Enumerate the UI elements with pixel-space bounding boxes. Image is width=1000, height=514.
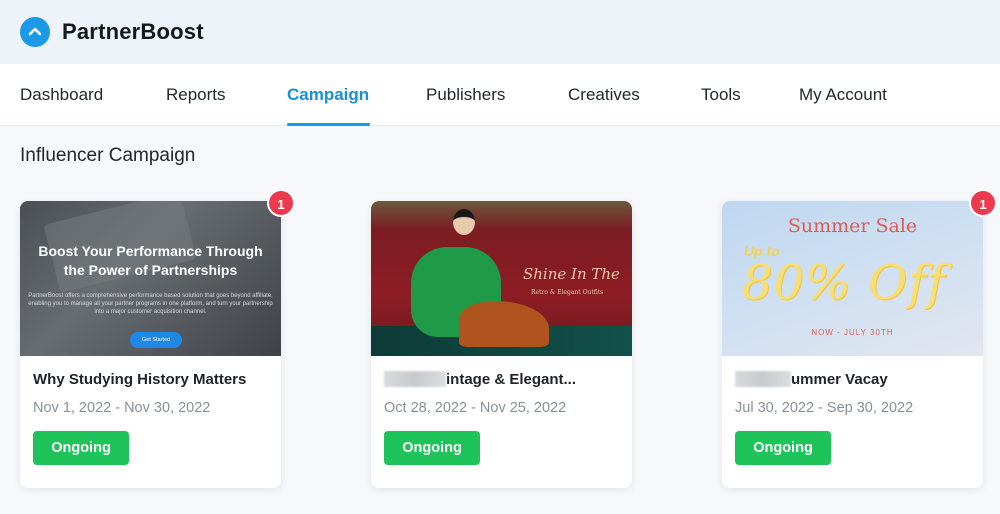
main-nav: Dashboard Reports Campaign Publishers Cr…: [0, 64, 1000, 126]
redacted-text: [735, 371, 791, 387]
banner-offer: 80% Off: [742, 255, 946, 311]
nav-item-creatives[interactable]: Creatives: [568, 64, 640, 126]
section-title: Influencer Campaign: [20, 145, 196, 166]
campaign-title-text: ummer Vacay: [791, 371, 888, 388]
campaign-title-text: intage & Elegant...: [446, 371, 577, 388]
notification-badge: 1: [969, 189, 997, 217]
chevron-up-icon[interactable]: [20, 17, 50, 47]
campaign-dates: Oct 28, 2022 - Nov 25, 2022: [384, 400, 567, 416]
banner-headline: Summer Sale: [787, 215, 918, 237]
status-badge[interactable]: Ongoing: [384, 431, 480, 465]
banner-body-text: PartnerBoost offers a comprehensive perf…: [28, 293, 273, 315]
banner-headline: the Power of Partnerships: [63, 262, 238, 278]
notification-badge: 1: [267, 189, 295, 217]
status-badge[interactable]: Ongoing: [735, 431, 831, 465]
nav-item-reports[interactable]: Reports: [166, 64, 226, 126]
banner-dates: NOW - JULY 30TH: [811, 328, 894, 337]
active-tab-indicator: [287, 123, 370, 126]
banner-cta: Get Started: [130, 332, 182, 348]
campaign-title[interactable]: intage & Elegant...: [384, 371, 576, 388]
nav-item-dashboard[interactable]: Dashboard: [20, 64, 103, 126]
banner-script-text: Shine In The: [523, 265, 620, 283]
campaign-dates: Jul 30, 2022 - Sep 30, 2022: [735, 400, 914, 416]
campaign-card[interactable]: Summer Sale Up to 80% Off NOW - JULY 30T…: [722, 189, 997, 488]
campaign-title[interactable]: ummer Vacay: [735, 371, 888, 388]
campaign-title[interactable]: Why Studying History Matters: [33, 371, 246, 388]
redacted-text: [384, 371, 446, 387]
campaign-card[interactable]: Boost Your Performance Through the Power…: [20, 189, 295, 488]
campaign-banner-image[interactable]: Shine In The Retro & Elegant Outfits: [371, 201, 632, 356]
banner-headline: Boost Your Performance Through: [38, 243, 263, 259]
campaign-banner-image[interactable]: Boost Your Performance Through the Power…: [20, 201, 281, 356]
status-badge[interactable]: Ongoing: [33, 431, 129, 465]
top-header: PartnerBoost: [0, 0, 1000, 64]
campaign-card[interactable]: Shine In The Retro & Elegant Outfits int…: [371, 201, 632, 488]
nav-item-tools[interactable]: Tools: [701, 64, 741, 126]
campaign-banner-image[interactable]: Summer Sale Up to 80% Off NOW - JULY 30T…: [722, 201, 983, 356]
campaign-dates: Nov 1, 2022 - Nov 30, 2022: [33, 400, 211, 416]
nav-item-publishers[interactable]: Publishers: [426, 64, 505, 126]
nav-item-my-account[interactable]: My Account: [799, 64, 887, 126]
nav-item-campaign[interactable]: Campaign: [287, 64, 369, 126]
brand-name[interactable]: PartnerBoost: [62, 19, 204, 45]
banner-subtext: Retro & Elegant Outfits: [531, 289, 604, 296]
